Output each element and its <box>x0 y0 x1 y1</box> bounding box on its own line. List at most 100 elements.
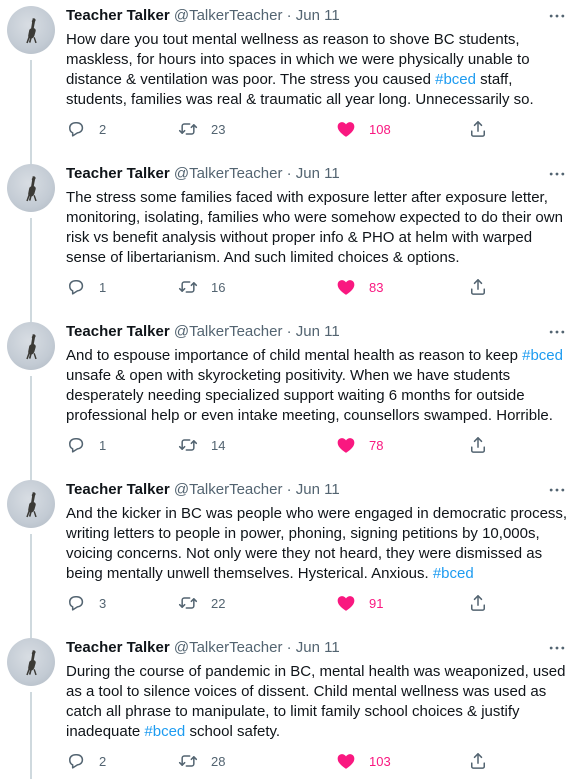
tweet-text-line: And the kicker in BC was people who were… <box>66 504 571 524</box>
share-button[interactable] <box>468 751 488 771</box>
reply-button[interactable]: 1 <box>66 277 106 297</box>
reply-count: 1 <box>99 437 107 453</box>
avatar[interactable] <box>7 322 55 370</box>
author-name[interactable]: Teacher Talker <box>66 323 170 340</box>
reply-button[interactable]: 2 <box>66 751 106 771</box>
hashtag-link[interactable]: #bced <box>522 347 563 364</box>
like-button[interactable]: 108 <box>336 119 391 139</box>
like-button[interactable]: 78 <box>336 435 383 455</box>
retweet-button[interactable]: 22 <box>178 593 225 613</box>
bird-silhouette-icon <box>26 650 37 676</box>
retweet-button[interactable]: 23 <box>178 119 225 139</box>
author-name[interactable]: Teacher Talker <box>66 639 170 656</box>
tweet-text: How dare you tout mental wellness as rea… <box>66 30 571 110</box>
retweet-button[interactable]: 28 <box>178 751 225 771</box>
avatar[interactable] <box>7 164 55 212</box>
tweet-text-line: risk vs benefit analysis without proper … <box>66 228 571 248</box>
like-button[interactable]: 103 <box>336 751 391 771</box>
reply-count: 2 <box>99 121 107 137</box>
thread-connector-line <box>30 60 32 164</box>
tweet-text-line: And to espouse importance of child menta… <box>66 346 571 366</box>
tweet[interactable]: Teacher Talker @TalkerTeacher · Jun 11 Th… <box>0 158 583 322</box>
bird-silhouette-icon <box>26 334 37 360</box>
tweet-date[interactable]: Jun 11 <box>296 165 340 182</box>
more-options-button[interactable] <box>547 638 567 658</box>
text-segment: catch all phrase to manipulate, to limit… <box>66 703 520 720</box>
share-button[interactable] <box>468 593 488 613</box>
text-segment: How dare you tout mental wellness as rea… <box>66 31 520 48</box>
more-options-button[interactable] <box>547 164 567 184</box>
retweet-count: 16 <box>211 279 226 295</box>
more-options-button[interactable] <box>547 6 567 26</box>
like-count: 83 <box>369 279 384 295</box>
tweet-date[interactable]: Jun 11 <box>296 639 340 656</box>
author-name[interactable]: Teacher Talker <box>66 7 170 24</box>
thread-connector-line <box>30 376 32 480</box>
retweet-button[interactable]: 16 <box>178 277 225 297</box>
author-name[interactable]: Teacher Talker <box>66 481 170 498</box>
heart-filled-icon <box>336 593 356 613</box>
separator-dot: · <box>286 639 292 656</box>
tweet[interactable]: Teacher Talker @TalkerTeacher · Jun 11 An… <box>0 316 583 480</box>
author-handle[interactable]: @TalkerTeacher <box>174 165 283 182</box>
share-button[interactable] <box>468 277 488 297</box>
more-dots-icon <box>547 480 567 500</box>
share-button[interactable] <box>468 119 488 139</box>
avatar[interactable] <box>7 638 55 686</box>
tweet-date[interactable]: Jun 11 <box>296 481 340 498</box>
like-button[interactable]: 83 <box>336 277 383 297</box>
share-icon <box>468 751 488 771</box>
share-icon <box>468 119 488 139</box>
author-handle[interactable]: @TalkerTeacher <box>174 639 283 656</box>
avatar[interactable] <box>7 480 55 528</box>
more-dots-icon <box>547 164 567 184</box>
text-segment: unsafe & open with skyrocketing positivi… <box>66 367 511 384</box>
retweet-button[interactable]: 14 <box>178 435 225 455</box>
author-handle[interactable]: @TalkerTeacher <box>174 481 283 498</box>
text-segment: risk vs benefit analysis without proper … <box>66 229 533 246</box>
text-segment: sense of libertarianism. And such limite… <box>66 249 460 266</box>
text-segment: distance & ventilation was poor. The str… <box>66 71 436 88</box>
like-count: 91 <box>369 595 384 611</box>
tweet-text-line: desperately needing specialized support … <box>66 386 571 406</box>
text-segment: During the course of pandemic in BC, men… <box>66 663 566 680</box>
more-options-button[interactable] <box>547 480 567 500</box>
share-button[interactable] <box>468 435 488 455</box>
tweet-text: And to espouse importance of child menta… <box>66 346 571 426</box>
reply-button[interactable]: 1 <box>66 435 106 455</box>
separator-dot: · <box>286 323 292 340</box>
more-options-button[interactable] <box>547 322 567 342</box>
hashtag-link[interactable]: #bced <box>144 723 185 740</box>
heart-filled-icon <box>336 435 356 455</box>
tweet[interactable]: Teacher Talker @TalkerTeacher · Jun 11 Ho… <box>0 0 583 164</box>
tweet[interactable]: Teacher Talker @TalkerTeacher · Jun 11 Du… <box>0 632 583 779</box>
author-handle[interactable]: @TalkerTeacher <box>174 7 283 24</box>
reply-icon <box>66 277 86 297</box>
retweet-icon <box>178 435 198 455</box>
tweet-date[interactable]: Jun 11 <box>296 323 340 340</box>
like-button[interactable]: 91 <box>336 593 383 613</box>
reply-button[interactable]: 3 <box>66 593 106 613</box>
author-handle[interactable]: @TalkerTeacher <box>174 323 283 340</box>
hashtag-link[interactable]: #bced <box>433 565 474 582</box>
avatar[interactable] <box>7 6 55 54</box>
heart-filled-icon <box>336 751 356 771</box>
reply-icon <box>66 593 86 613</box>
tweet-date[interactable]: Jun 11 <box>296 7 340 24</box>
tweet-text-line: students, families was real & traumatic … <box>66 90 571 110</box>
text-segment: inadequate <box>66 723 145 740</box>
reply-icon <box>66 119 86 139</box>
more-dots-icon <box>547 6 567 26</box>
tweet[interactable]: Teacher Talker @TalkerTeacher · Jun 11 An… <box>0 474 583 638</box>
reply-button[interactable]: 2 <box>66 119 106 139</box>
text-segment: And the kicker in BC was people who were… <box>66 505 568 522</box>
tweet-header: Teacher Talker @TalkerTeacher · Jun 11 <box>66 6 340 26</box>
hashtag-link[interactable]: #bced <box>435 71 476 88</box>
bird-silhouette-icon <box>26 492 37 518</box>
thread-connector-line <box>30 692 32 779</box>
retweet-icon <box>178 751 198 771</box>
author-name[interactable]: Teacher Talker <box>66 165 170 182</box>
retweet-icon <box>178 593 198 613</box>
tweet-text-line: sense of libertarianism. And such limite… <box>66 248 571 268</box>
separator-dot: · <box>286 7 292 24</box>
